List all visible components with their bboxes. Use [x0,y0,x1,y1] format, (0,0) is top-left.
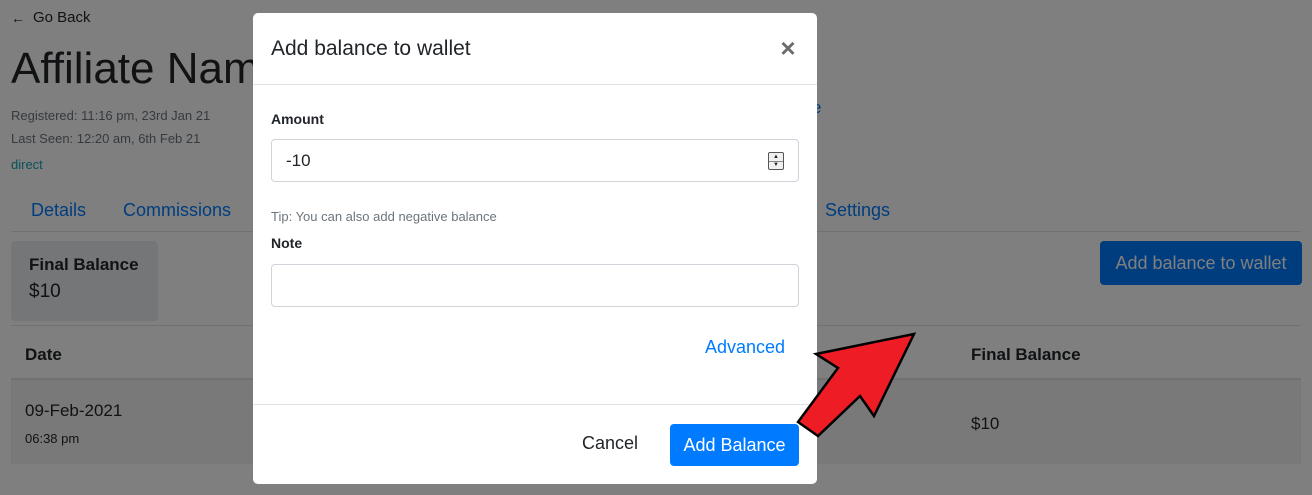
red-arrow-annotation-icon [796,332,917,438]
spinner-up-icon[interactable]: ▲ [769,153,783,162]
modal-footer: Cancel Add Balance [253,404,817,484]
add-balance-button[interactable]: Add Balance [670,424,799,466]
amount-value: -10 [286,150,311,170]
close-icon[interactable]: × [773,33,803,63]
add-balance-modal: Add balance to wallet × Amount -10 ▲ ▼ T… [253,13,817,484]
modal-header: Add balance to wallet × [253,13,817,85]
cancel-button[interactable]: Cancel [582,433,638,454]
number-spinner-icon[interactable]: ▲ ▼ [768,152,784,170]
note-label: Note [271,235,303,251]
advanced-link[interactable]: Advanced [705,337,785,358]
spinner-down-icon[interactable]: ▼ [769,162,783,170]
note-input[interactable] [271,264,799,307]
amount-label: Amount [271,111,324,127]
amount-input[interactable]: -10 ▲ ▼ [271,139,799,182]
amount-tip: Tip: You can also add negative balance [271,209,497,224]
modal-title: Add balance to wallet [271,37,471,60]
